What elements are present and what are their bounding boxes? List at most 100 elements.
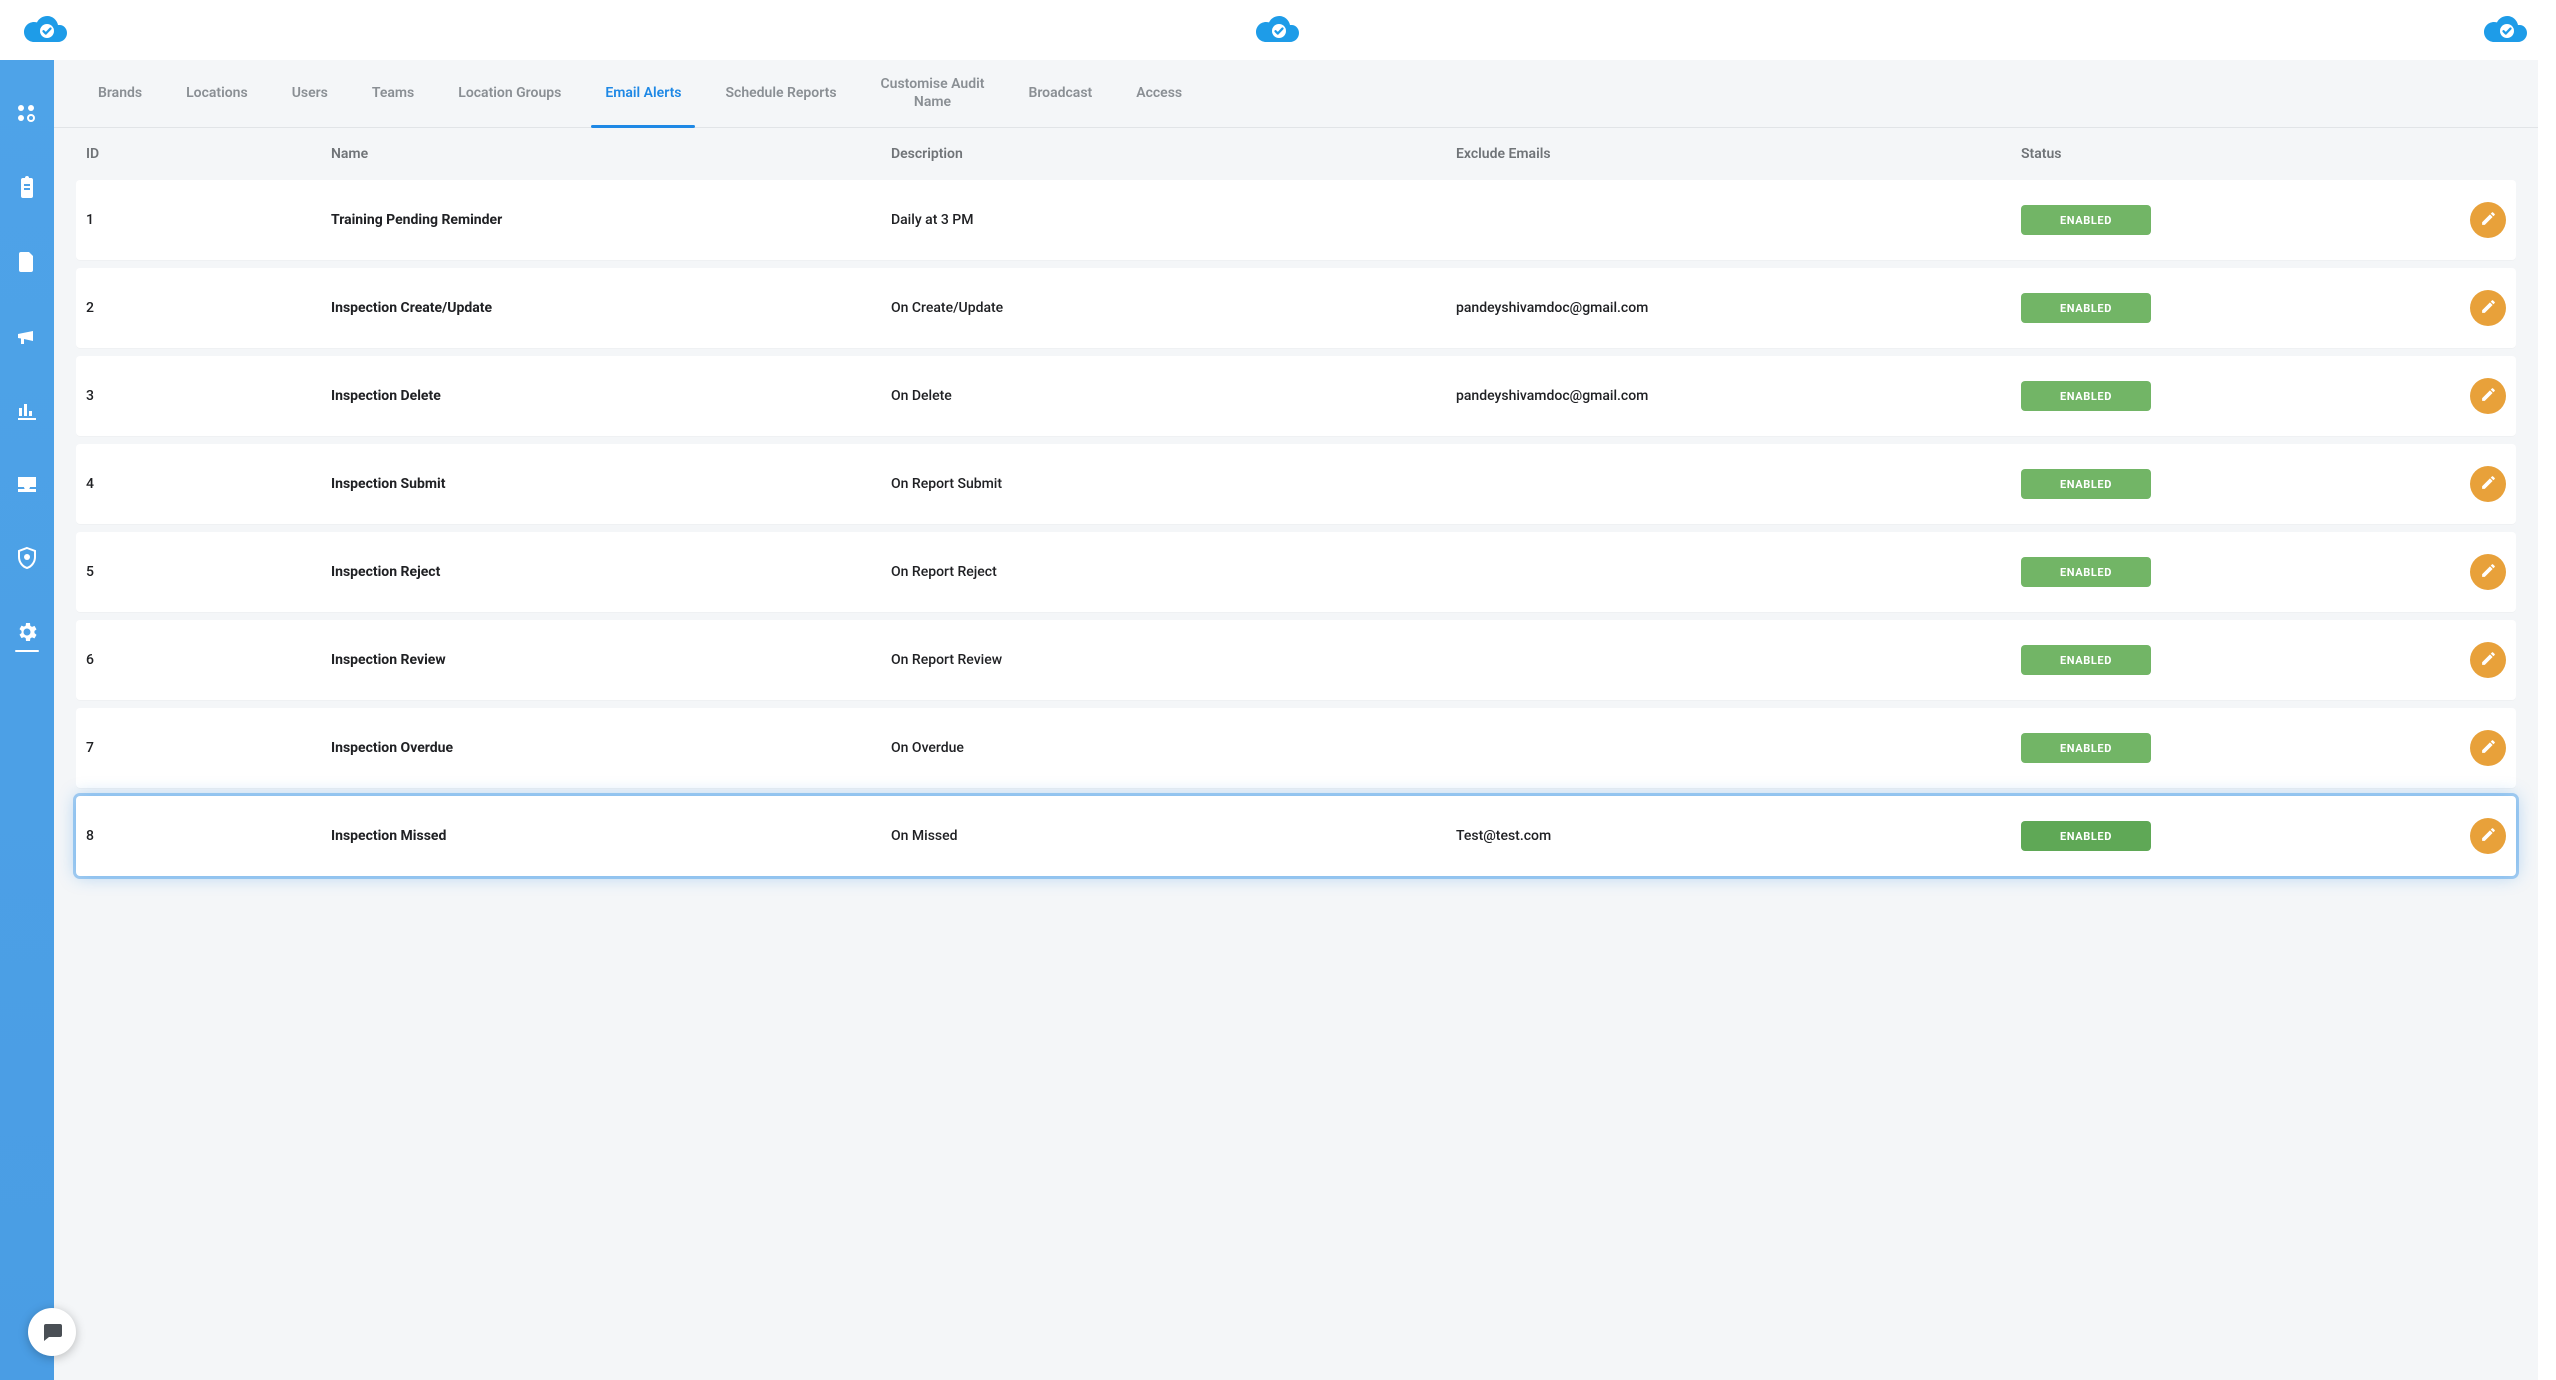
- cell-id: 6: [86, 652, 331, 668]
- cell-description: On Report Reject: [891, 564, 1456, 580]
- megaphone-icon[interactable]: [13, 322, 41, 350]
- settings-icon[interactable]: [13, 618, 41, 646]
- cell-status: ENABLED: [2021, 557, 2436, 587]
- edit-button[interactable]: [2470, 290, 2506, 326]
- cell-status: ENABLED: [2021, 205, 2436, 235]
- cell-name: Training Pending Reminder: [331, 212, 891, 228]
- clipboard-icon[interactable]: [13, 174, 41, 202]
- table-header: ID Name Description Exclude Emails Statu…: [54, 128, 2538, 180]
- status-badge[interactable]: ENABLED: [2021, 205, 2151, 235]
- cell-id: 3: [86, 388, 331, 404]
- edit-button[interactable]: [2470, 730, 2506, 766]
- cell-exclude: Test@test.com: [1456, 828, 2021, 844]
- table-row[interactable]: 7Inspection OverdueOn OverdueENABLED: [76, 708, 2516, 788]
- table-rows: 1Training Pending ReminderDaily at 3 PM E…: [54, 180, 2538, 924]
- chat-button[interactable]: [28, 1308, 76, 1356]
- pencil-icon: [2480, 650, 2497, 671]
- tab-label: Schedule Reports: [725, 85, 836, 103]
- cell-description: Daily at 3 PM: [891, 212, 1456, 228]
- status-badge[interactable]: ENABLED: [2021, 381, 2151, 411]
- cell-status: ENABLED: [2021, 733, 2436, 763]
- th-exclude: Exclude Emails: [1456, 146, 2021, 162]
- cell-name: Inspection Delete: [331, 388, 891, 404]
- th-name: Name: [331, 146, 891, 162]
- table-row[interactable]: 2Inspection Create/UpdateOn Create/Updat…: [76, 268, 2516, 348]
- cell-id: 2: [86, 300, 331, 316]
- document-icon[interactable]: [13, 248, 41, 276]
- cell-id: 1: [86, 212, 331, 228]
- cell-name: Inspection Create/Update: [331, 300, 891, 316]
- edit-button[interactable]: [2470, 378, 2506, 414]
- cell-description: On Report Submit: [891, 476, 1456, 492]
- shield-icon[interactable]: [13, 544, 41, 572]
- tab-teams[interactable]: Teams: [350, 60, 436, 127]
- apps-icon[interactable]: [13, 100, 41, 128]
- tab-label: Broadcast: [1028, 85, 1092, 103]
- cell-name: Inspection Overdue: [331, 740, 891, 756]
- tab-label: Email Alerts: [605, 85, 681, 103]
- tab-locations[interactable]: Locations: [164, 60, 270, 127]
- cloud-check-icon[interactable]: [24, 16, 68, 44]
- topbar: [0, 0, 2556, 60]
- cell-name: Inspection Reject: [331, 564, 891, 580]
- cell-status: ENABLED: [2021, 381, 2436, 411]
- status-badge[interactable]: ENABLED: [2021, 733, 2151, 763]
- pencil-icon: [2480, 298, 2497, 319]
- cell-name: Inspection Missed: [331, 828, 891, 844]
- sidebar: [0, 60, 54, 1380]
- cell-name: Inspection Review: [331, 652, 891, 668]
- cell-id: 4: [86, 476, 331, 492]
- tab-label: Customise Audit Name: [881, 76, 985, 111]
- analytics-icon[interactable]: [13, 396, 41, 424]
- cell-id: 5: [86, 564, 331, 580]
- cell-id: 8: [86, 828, 331, 844]
- tab-schedule-reports[interactable]: Schedule Reports: [703, 60, 858, 127]
- pencil-icon: [2480, 386, 2497, 407]
- cell-description: On Missed: [891, 828, 1456, 844]
- tab-label: Locations: [186, 85, 248, 103]
- edit-button[interactable]: [2470, 554, 2506, 590]
- tab-label: Location Groups: [458, 85, 561, 103]
- table-row[interactable]: 3Inspection DeleteOn Deletepandeyshivamd…: [76, 356, 2516, 436]
- tab-brands[interactable]: Brands: [76, 60, 164, 127]
- cell-status: ENABLED: [2021, 821, 2436, 851]
- cell-status: ENABLED: [2021, 469, 2436, 499]
- table-row[interactable]: 1Training Pending ReminderDaily at 3 PM E…: [76, 180, 2516, 260]
- status-badge[interactable]: ENABLED: [2021, 645, 2151, 675]
- tab-email-alerts[interactable]: Email Alerts: [583, 60, 703, 127]
- cloud-check-icon[interactable]: [2484, 16, 2528, 44]
- pencil-icon: [2480, 474, 2497, 495]
- tab-customise-audit-name[interactable]: Customise Audit Name: [859, 60, 1007, 127]
- status-badge[interactable]: ENABLED: [2021, 557, 2151, 587]
- edit-button[interactable]: [2470, 642, 2506, 678]
- tab-location-groups[interactable]: Location Groups: [436, 60, 583, 127]
- table-row[interactable]: 4Inspection SubmitOn Report SubmitENABLE…: [76, 444, 2516, 524]
- tab-broadcast[interactable]: Broadcast: [1006, 60, 1114, 127]
- th-description: Description: [891, 146, 1456, 162]
- cell-status: ENABLED: [2021, 293, 2436, 323]
- edit-button[interactable]: [2470, 202, 2506, 238]
- tabs: Brands Locations UsersTeams Location Groups…: [54, 60, 2538, 128]
- status-badge[interactable]: ENABLED: [2021, 293, 2151, 323]
- inbox-icon[interactable]: [13, 470, 41, 498]
- table-row[interactable]: 8Inspection MissedOn MissedTest@test.com…: [76, 796, 2516, 876]
- right-rail: [2538, 60, 2556, 1380]
- edit-button[interactable]: [2470, 466, 2506, 502]
- cell-description: On Report Review: [891, 652, 1456, 668]
- table-row[interactable]: 5Inspection RejectOn Report Reject ENABLE…: [76, 532, 2516, 612]
- table-row[interactable]: 6Inspection ReviewOn Report Review ENABLE…: [76, 620, 2516, 700]
- cell-description: On Delete: [891, 388, 1456, 404]
- pencil-icon: [2480, 826, 2497, 847]
- status-badge[interactable]: ENABLED: [2021, 469, 2151, 499]
- tab-label: Access: [1136, 85, 1182, 103]
- main-content: Brands Locations UsersTeams Location Groups…: [54, 60, 2538, 1380]
- tab-users[interactable]: Users: [270, 60, 350, 127]
- cell-id: 7: [86, 740, 331, 756]
- tab-access[interactable]: Access: [1114, 60, 1204, 127]
- cell-status: ENABLED: [2021, 645, 2436, 675]
- cell-exclude: pandeyshivamdoc@gmail.com: [1456, 388, 2021, 404]
- status-badge[interactable]: ENABLED: [2021, 821, 2151, 851]
- edit-button[interactable]: [2470, 818, 2506, 854]
- pencil-icon: [2480, 562, 2497, 583]
- cloud-check-icon[interactable]: [1256, 16, 1300, 44]
